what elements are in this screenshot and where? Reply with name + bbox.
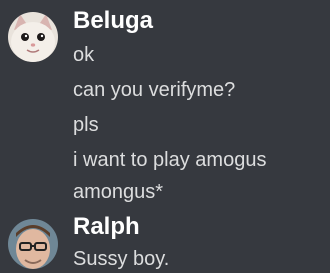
message-text: amongus* [73, 181, 164, 203]
avatar-beluga[interactable] [8, 12, 58, 62]
message-author[interactable]: Ralph [73, 213, 140, 241]
message-author[interactable]: Beluga [73, 7, 153, 35]
message-text: i want to play amogus [73, 149, 267, 171]
message-text: Sussy boy. [73, 248, 170, 270]
message-text: ok [73, 44, 95, 66]
message-text: pls [73, 114, 99, 136]
person-avatar-icon [8, 219, 58, 269]
message-text: can you verifyme? [73, 79, 236, 101]
cat-avatar-icon [8, 12, 58, 62]
chat-message-list: Beluga ok can you verifyme? pls i want t… [0, 0, 330, 273]
avatar-ralph[interactable] [8, 219, 58, 269]
